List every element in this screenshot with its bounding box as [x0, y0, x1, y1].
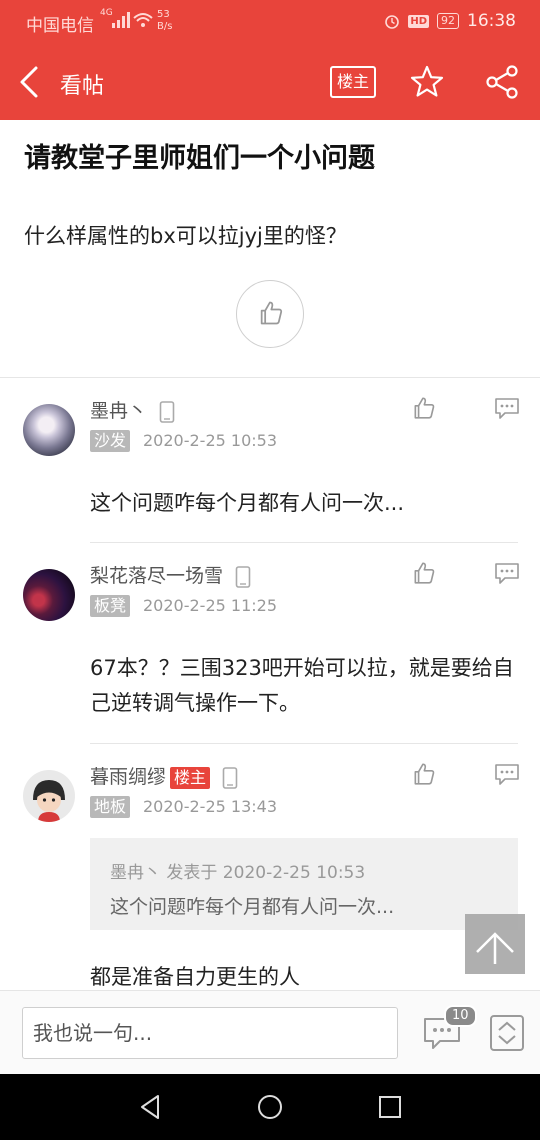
- page-title: 看帖: [60, 74, 105, 99]
- title-bar: 看帖 楼主: [0, 44, 540, 120]
- avatar[interactable]: [23, 569, 75, 621]
- network-type: 4G: [100, 8, 113, 18]
- reply-date: 2020-2-25 13:43: [143, 797, 277, 816]
- reply-divider: [90, 542, 518, 543]
- nav-home-icon[interactable]: [255, 1092, 285, 1122]
- reply-date: 2020-2-25 10:53: [143, 431, 277, 450]
- mobile-icon: [235, 565, 251, 588]
- signal-icon: [112, 12, 130, 28]
- post-body: 什么样属性的bx可以拉jyj里的怪？: [24, 224, 347, 248]
- chevron-up-down-icon: [498, 1021, 516, 1045]
- wifi-icon: [133, 13, 153, 27]
- reply-username[interactable]: 梨花落尽一场雪: [90, 561, 251, 588]
- quoted-reply[interactable]: 墨冉丶 发表于 2020-2-25 10:53 这个问题咋每个月都有人问一次..…: [90, 838, 518, 930]
- post-content[interactable]: 请教堂子里师姐们一个小问题 什么样属性的bx可以拉jyj里的怪？ 墨冉丶 沙发 …: [0, 120, 540, 990]
- chevron-left-icon[interactable]: [16, 64, 46, 100]
- reply-username[interactable]: 墨冉丶: [90, 396, 175, 423]
- comment-input[interactable]: 我也说一句...: [22, 1007, 398, 1059]
- clock: 16:38: [467, 11, 516, 31]
- comment-icon[interactable]: [494, 397, 520, 421]
- louzhu-only-button[interactable]: 楼主: [330, 66, 376, 98]
- network-speed: 53 B/s: [157, 9, 173, 32]
- floor-badge: 地板: [90, 796, 131, 818]
- thumbs-up-icon: [260, 301, 283, 325]
- battery-indicator: 92: [437, 13, 459, 29]
- reply-divider: [90, 743, 518, 744]
- reply-text: 这个问题咋每个月都有人问一次...: [90, 491, 405, 515]
- share-icon[interactable]: [484, 64, 520, 100]
- quote-header: 墨冉丶 发表于 2020-2-25 10:53: [110, 863, 366, 883]
- comment-count-badge: 10: [444, 1005, 477, 1027]
- nav-back-icon[interactable]: [136, 1092, 166, 1122]
- reply-text: 都是准备自力更生的人: [90, 965, 300, 989]
- floor-badge: 板凳: [90, 595, 131, 617]
- reply-username[interactable]: 暮雨绸缪 楼主: [90, 762, 238, 789]
- reply-text: 67本？？三围323吧开始可以拉，就是要给自己逆转调气操作一下。: [90, 656, 514, 715]
- alarm-icon: [385, 15, 400, 29]
- comment-icon[interactable]: [494, 562, 520, 586]
- star-icon[interactable]: [409, 64, 445, 100]
- thumbs-up-icon[interactable]: [411, 761, 437, 787]
- hd-badge: HD: [408, 14, 429, 28]
- post-title: 请教堂子里师姐们一个小问题: [24, 143, 375, 174]
- quote-text: 这个问题咋每个月都有人问一次...: [110, 896, 395, 918]
- section-divider: [0, 377, 540, 378]
- system-nav-bar: [0, 1074, 540, 1140]
- thumbs-up-icon[interactable]: [411, 560, 437, 586]
- arrow-up-icon: [476, 932, 514, 964]
- scroll-to-top-button[interactable]: [465, 914, 525, 974]
- reply-date: 2020-2-25 11:25: [143, 596, 277, 615]
- status-bar: 中国电信 4G 53 B/s HD 92 16:38: [0, 0, 540, 44]
- thumbs-up-icon[interactable]: [411, 395, 437, 421]
- mobile-icon: [222, 766, 238, 789]
- avatar[interactable]: [23, 770, 75, 822]
- comment-icon[interactable]: [494, 763, 520, 787]
- post-like-button[interactable]: [236, 280, 304, 348]
- carrier-label: 中国电信: [26, 16, 94, 36]
- floor-badge: 沙发: [90, 430, 131, 452]
- avatar[interactable]: [23, 404, 75, 456]
- nav-recents-icon[interactable]: [375, 1092, 405, 1122]
- louzhu-badge: 楼主: [170, 766, 211, 789]
- mobile-icon: [159, 400, 175, 423]
- bottom-bar: 我也说一句... 10: [0, 990, 540, 1074]
- page-jump-button[interactable]: [490, 1015, 524, 1051]
